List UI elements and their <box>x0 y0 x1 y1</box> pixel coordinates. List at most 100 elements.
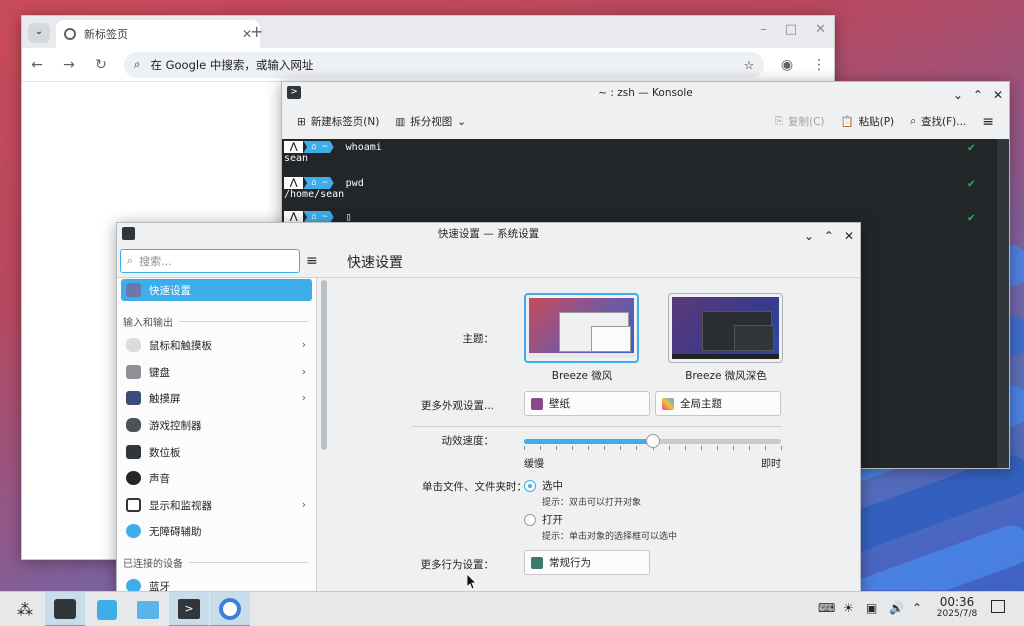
group-label: 输入和输出 <box>123 318 173 329</box>
settings-titlebar[interactable]: 快速设置 — 系统设置 ⌄ ⌃ ✕ <box>117 223 860 245</box>
slider-fill <box>524 439 653 444</box>
click-behavior-label: 单击文件、文件夹时： <box>422 481 527 493</box>
home-icon: ⌂ <box>311 212 317 222</box>
copy-button[interactable]: ⎘ 复制(C) <box>770 111 830 132</box>
theme-breeze-dark[interactable] <box>668 293 783 363</box>
sidebar-item-mouse[interactable]: 鼠标和触摸板 › <box>121 334 312 356</box>
show-desktop-icon[interactable] <box>991 600 1005 613</box>
global-theme-button[interactable]: 全局主题 <box>655 391 781 416</box>
wallpaper-label: 壁纸 <box>549 398 570 410</box>
new-tab-button[interactable]: + <box>250 22 263 41</box>
konsole-titlebar[interactable]: > ~ : zsh — Konsole ⌄ ⌃ ✕ <box>282 82 1009 104</box>
radio-select[interactable]: 选中 <box>524 478 563 493</box>
hamburger-icon[interactable]: ≡ <box>306 253 318 269</box>
terminal-output: /home/sean <box>284 189 345 200</box>
sidebar-item-display[interactable]: 显示和监视器 › <box>121 494 312 516</box>
arch-icon: ⋀ <box>284 177 304 189</box>
sidebar-item-accessibility[interactable]: 无障碍辅助 <box>121 520 312 542</box>
brightness-icon[interactable]: ☀ <box>843 601 854 615</box>
omnibox[interactable]: ⌕ 在 Google 中搜索，或输入网址 ☆ <box>124 51 764 78</box>
paste-button[interactable]: 📋 粘贴(P) <box>836 111 900 132</box>
clock[interactable]: 00:36 2025/7/8 <box>935 595 979 619</box>
sidebar-item-touchscreen[interactable]: 触摸屏 › <box>121 387 312 409</box>
search-input[interactable]: ⌕ 搜索... <box>120 249 300 273</box>
task-system-settings[interactable] <box>45 592 85 626</box>
slider-tick <box>764 446 766 450</box>
success-check-icon: ✔ <box>967 210 975 224</box>
settings-title: 快速设置 — 系统设置 <box>437 228 540 240</box>
new-tab-label: 新建标签页(N) <box>310 116 380 128</box>
reload-icon[interactable]: ↻ <box>92 57 110 73</box>
search-placeholder: 搜索... <box>139 255 172 268</box>
slider-tick <box>540 446 542 450</box>
sidebar-item-keyboard[interactable]: 键盘 › <box>121 361 312 383</box>
split-view-button[interactable]: ▥ 拆分视图 ⌄ <box>390 111 471 132</box>
general-behavior-button[interactable]: 常规行为 <box>524 550 650 575</box>
tab-strip: ⌄ 新标签页 ✕ + – □ ✕ <box>22 16 834 48</box>
sidebar-item-sound[interactable]: 声音 <box>121 467 312 489</box>
konsole-toolbar: ⊞ 新建标签页(N) ▥ 拆分视图 ⌄ ⎘ 复制(C) 📋 粘贴(P) ⌕ 查找(F)...… <box>282 104 1009 139</box>
sidebar-item-tablet[interactable]: 数位板 <box>121 441 312 463</box>
minimize-icon[interactable]: – <box>760 22 767 37</box>
terminal-scrollbar[interactable] <box>997 139 1009 468</box>
slider-handle[interactable] <box>645 434 660 448</box>
wallpaper-button[interactable]: 壁纸 <box>524 391 650 416</box>
task-discover[interactable] <box>87 592 127 626</box>
mouse-cursor-icon <box>467 574 477 590</box>
radio-indicator <box>524 513 536 526</box>
app-launcher-button[interactable]: ⁂ <box>5 592 45 626</box>
task-chrome[interactable] <box>210 592 250 626</box>
slider-tick <box>620 446 622 450</box>
general-behavior-icon <box>531 556 543 569</box>
tray-expand-icon[interactable]: ⌃ <box>912 601 922 615</box>
maximize-icon[interactable]: ⌃ <box>973 84 983 106</box>
general-behavior-label: 常规行为 <box>549 557 591 569</box>
tab-search-button[interactable]: ⌄ <box>28 23 50 43</box>
close-icon[interactable]: ✕ <box>993 84 1003 106</box>
profile-icon[interactable]: ◉ <box>778 57 796 73</box>
tab-new-tab[interactable]: 新标签页 ✕ <box>56 20 260 48</box>
menu-kebab-icon[interactable]: ⋮ <box>810 57 828 73</box>
system-settings-window[interactable]: 快速设置 — 系统设置 ⌄ ⌃ ✕ ⌕ 搜索... ≡ 快速设置 快速设置 输入… <box>116 222 861 597</box>
select-hint: 提示：双击可以打开对象 <box>542 498 642 508</box>
minimize-icon[interactable]: ⌄ <box>804 225 814 247</box>
slider-tick <box>524 446 525 450</box>
chrome-icon <box>219 597 241 620</box>
slider-tick <box>684 446 686 450</box>
hamburger-icon: ≡ <box>982 113 994 130</box>
sidebar-item-game-controller[interactable]: 游戏控制器 <box>121 414 312 436</box>
volume-icon[interactable]: 🔊 <box>889 601 904 615</box>
back-icon[interactable]: ← <box>28 57 46 73</box>
home-icon: ⌂ <box>311 142 317 152</box>
paste-icon: 📋 <box>840 116 854 128</box>
bookmark-star-icon[interactable]: ☆ <box>744 58 754 72</box>
animation-speed-slider[interactable] <box>524 431 782 453</box>
close-icon[interactable]: ✕ <box>844 225 854 247</box>
more-behavior-label: 更多行为设置： <box>420 559 495 571</box>
minimize-icon[interactable]: ⌄ <box>953 84 963 106</box>
theme-breeze-light[interactable] <box>524 293 639 363</box>
sidebar-scrollbar[interactable] <box>321 280 327 450</box>
terminal-cursor: ▯ <box>345 211 352 223</box>
new-tab-button[interactable]: ⊞ 新建标签页(N) <box>292 111 384 132</box>
hamburger-menu-button[interactable]: ≡ <box>977 111 999 133</box>
task-konsole[interactable]: > <box>169 592 209 626</box>
network-icon[interactable]: ▣ <box>866 601 877 615</box>
radio-indicator-checked <box>524 479 536 492</box>
clock-date: 2025/7/8 <box>936 609 978 619</box>
keyboard-layout-icon[interactable]: ⌨ <box>818 601 835 615</box>
close-icon[interactable]: ✕ <box>815 22 826 37</box>
slider-tick <box>588 446 590 450</box>
maximize-icon[interactable]: ⌃ <box>824 225 834 247</box>
task-dolphin[interactable] <box>128 592 168 626</box>
sidebar-item-quick-settings[interactable]: 快速设置 <box>121 279 312 301</box>
taskbar: ⁂ > ⌨ ☀ ▣ 🔊 ⌃ 00:36 2025/7/8 <box>0 591 1024 626</box>
forward-icon[interactable]: → <box>60 57 78 73</box>
chevron-right-icon: › <box>301 499 306 511</box>
radio-label: 选中 <box>542 480 563 492</box>
search-icon: ⌕ <box>127 254 134 267</box>
theme-dark-caption: Breeze 微风深色 <box>685 370 767 382</box>
radio-open[interactable]: 打开 <box>524 512 563 527</box>
maximize-icon[interactable]: □ <box>785 22 797 37</box>
find-button[interactable]: ⌕ 查找(F)... <box>905 111 971 132</box>
